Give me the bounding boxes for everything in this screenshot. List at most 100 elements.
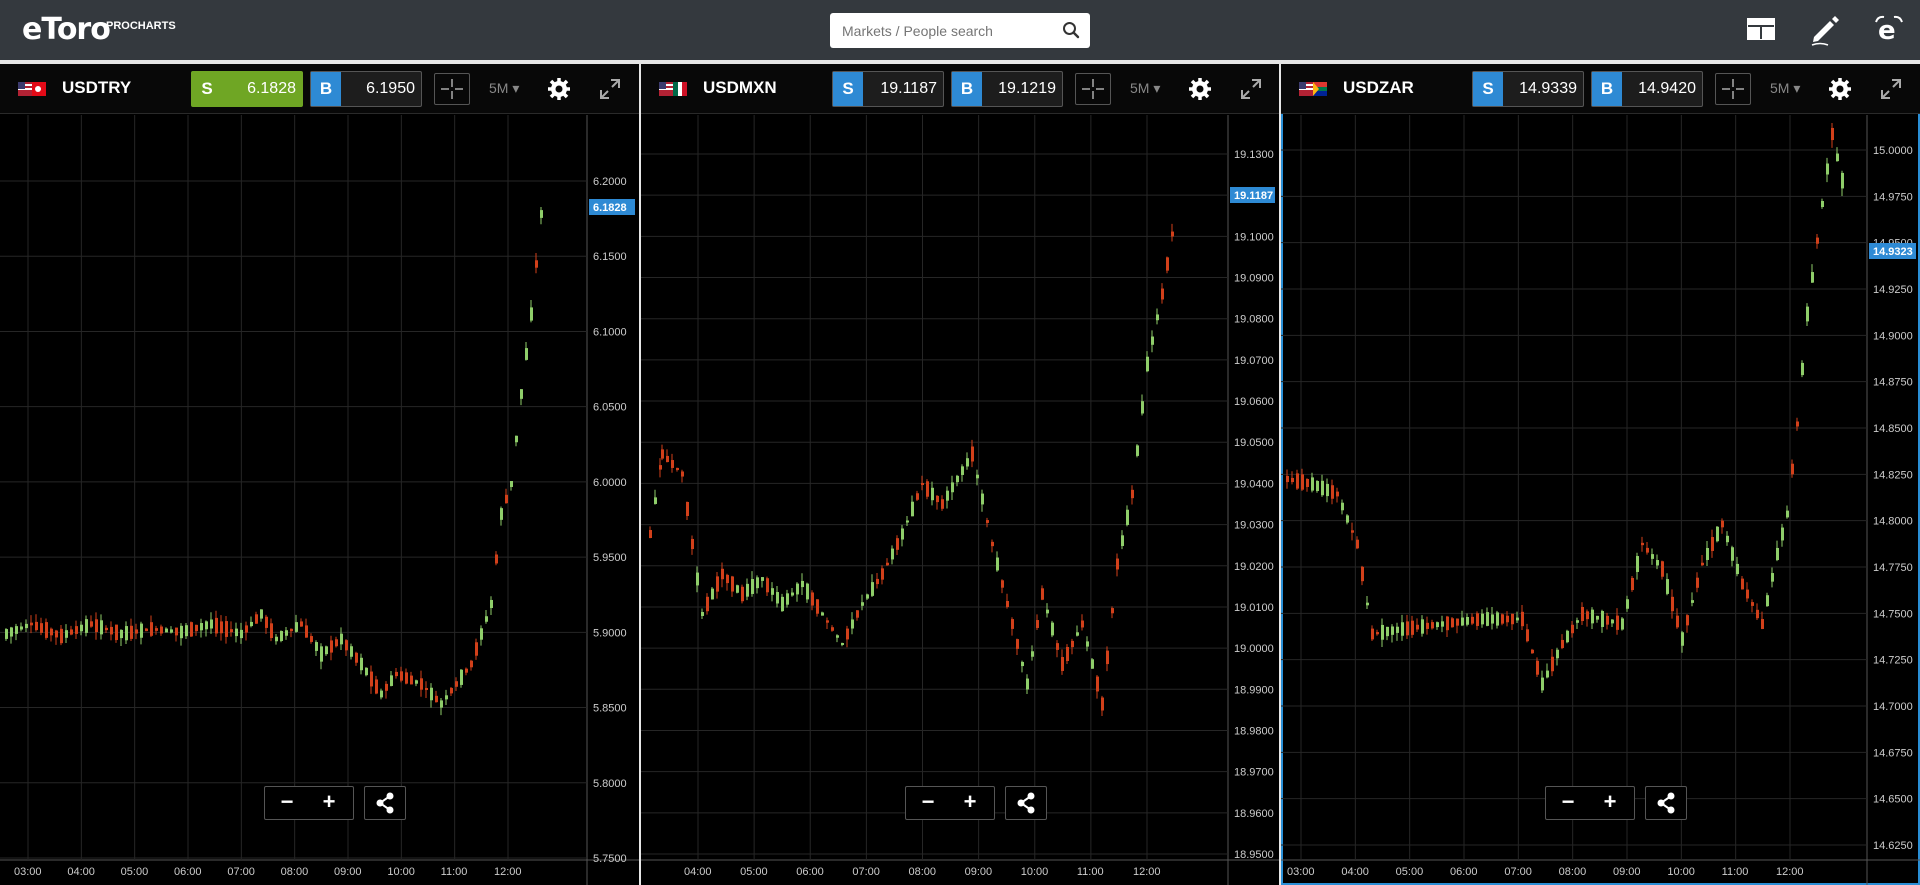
- sell-price: 19.1187: [880, 80, 937, 97]
- timeframe-select[interactable]: 5M ▾: [1770, 80, 1800, 97]
- candle-body: [360, 657, 363, 671]
- candle-body: [1421, 619, 1424, 634]
- share-button[interactable]: [1645, 786, 1687, 820]
- crosshair-button[interactable]: [1075, 73, 1111, 105]
- candle-body: [916, 493, 919, 500]
- candle-body: [490, 599, 493, 609]
- candle-body: [1561, 639, 1564, 649]
- settings-gear-icon[interactable]: [1188, 77, 1212, 101]
- time-axis-label: 05:00: [121, 866, 149, 878]
- price-axis-label: 19.0300: [1234, 520, 1274, 532]
- zoom-out-button[interactable]: −: [908, 787, 948, 819]
- candle-body: [35, 621, 38, 631]
- buy-price: 6.1950: [366, 80, 415, 97]
- candle-body: [901, 528, 904, 540]
- candle-body: [871, 582, 874, 596]
- candle-body: [1106, 650, 1109, 665]
- time-axis-label: 12:00: [1133, 866, 1161, 878]
- candle-body: [1336, 491, 1339, 497]
- candle-body: [1696, 577, 1699, 588]
- candle-body: [1071, 640, 1074, 648]
- zoom-in-button[interactable]: +: [309, 787, 349, 819]
- crosshair-icon: [1722, 79, 1744, 99]
- candle-body: [836, 635, 839, 638]
- zoom-in-button[interactable]: +: [950, 787, 990, 819]
- timeframe-value: 5M: [1770, 80, 1790, 96]
- zoom-controls: − +: [264, 786, 354, 820]
- search-icon[interactable]: [1062, 21, 1080, 39]
- sell-button[interactable]: S 19.1187: [832, 71, 944, 107]
- price-chart[interactable]: 15.000014.975014.950014.925014.900014.87…: [1281, 115, 1920, 885]
- candle-body: [1746, 589, 1749, 599]
- search-input[interactable]: [842, 13, 1052, 48]
- candle-body: [716, 576, 719, 592]
- candle-body: [1441, 621, 1444, 627]
- candle-body: [1151, 336, 1154, 345]
- buy-button[interactable]: B 6.1950: [310, 71, 422, 107]
- time-axis-label: 06:00: [796, 866, 824, 878]
- candle-body: [1641, 542, 1644, 546]
- time-axis-label: 07:00: [852, 866, 880, 878]
- candle-body: [691, 538, 694, 550]
- price-axis-label: 19.0100: [1234, 602, 1274, 614]
- settings-gear-icon[interactable]: [547, 77, 571, 101]
- candle-body: [1471, 616, 1474, 624]
- candle-body: [951, 482, 954, 493]
- layout-icon[interactable]: [1744, 12, 1778, 46]
- zoom-in-button[interactable]: +: [1590, 787, 1630, 819]
- candle-body: [1381, 624, 1384, 640]
- zoom-out-button[interactable]: −: [1548, 787, 1588, 819]
- buy-button[interactable]: B 19.1219: [951, 71, 1063, 107]
- candle-body: [1506, 615, 1509, 623]
- price-axis-label: 18.9600: [1234, 808, 1274, 820]
- etoro-logo[interactable]: eToro: [22, 12, 111, 47]
- pencil-icon[interactable]: [1808, 12, 1842, 46]
- candle-body: [1801, 362, 1804, 376]
- candle-body: [475, 642, 478, 656]
- candle-body: [1091, 659, 1094, 669]
- share-button[interactable]: [364, 786, 406, 820]
- expand-icon[interactable]: [597, 76, 623, 102]
- candle-body: [1146, 356, 1149, 372]
- timeframe-select[interactable]: 5M ▾: [489, 80, 519, 97]
- candle-body: [50, 628, 53, 636]
- candle-body: [145, 628, 148, 632]
- sell-button[interactable]: S 14.9339: [1472, 71, 1584, 107]
- candle-body: [445, 695, 448, 700]
- candle-body: [941, 499, 944, 509]
- panel-header: USDTRY S 6.1828 B 6.1950 5M ▾: [0, 64, 639, 114]
- settings-gear-icon[interactable]: [1828, 77, 1852, 101]
- price-axis-label: 14.7500: [1873, 608, 1913, 620]
- candle-body: [1056, 643, 1059, 650]
- price-axis-label: 19.0800: [1234, 314, 1274, 326]
- candle-body: [465, 668, 468, 673]
- zoom-out-button[interactable]: −: [267, 787, 307, 819]
- expand-icon[interactable]: [1238, 76, 1264, 102]
- price-axis-label: 18.9500: [1234, 849, 1274, 861]
- candle-body: [120, 629, 123, 639]
- share-button[interactable]: [1005, 786, 1047, 820]
- candle-body: [1596, 615, 1599, 620]
- candle-body: [1001, 580, 1004, 588]
- crosshair-button[interactable]: [1715, 73, 1751, 105]
- candle-body: [1066, 646, 1069, 662]
- candle-body: [1096, 676, 1099, 692]
- price-axis-label: 6.0000: [593, 477, 627, 489]
- expand-icon[interactable]: [1878, 76, 1904, 102]
- price-chart[interactable]: 19.130019.110019.100019.090019.080019.07…: [641, 115, 1279, 885]
- last-price-label: 14.9323: [1873, 246, 1913, 258]
- candle-body: [1736, 563, 1739, 575]
- crosshair-button[interactable]: [434, 73, 470, 105]
- candle-body: [1811, 272, 1814, 283]
- candle-body: [886, 562, 889, 566]
- timeframe-select[interactable]: 5M ▾: [1130, 80, 1160, 97]
- etoro-profile-icon[interactable]: e: [1872, 12, 1906, 46]
- price-chart[interactable]: 6.2000 6.1500 6.1000 6.0500 6.0000 5.9500 5.90…: [0, 115, 639, 885]
- candle-body: [756, 577, 759, 589]
- candle-body: [370, 671, 373, 687]
- candle-body: [921, 482, 924, 486]
- candle-body: [135, 629, 138, 634]
- price-axis-label: 18.9900: [1234, 684, 1274, 696]
- sell-button[interactable]: S 6.1828: [191, 71, 303, 107]
- buy-button[interactable]: B 14.9420: [1591, 71, 1703, 107]
